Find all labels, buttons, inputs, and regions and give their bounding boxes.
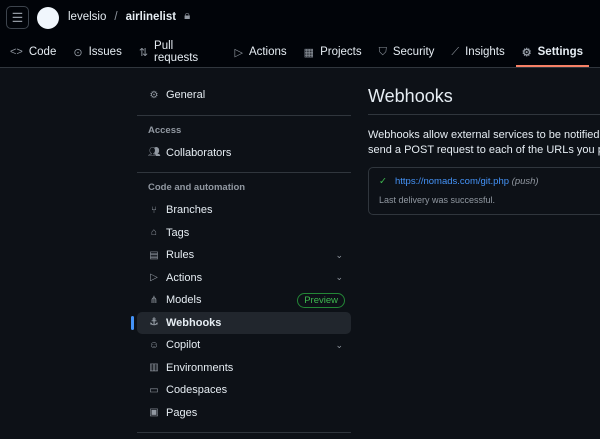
tab-security[interactable]: ⛉ Security [379,44,435,60]
code-icon: <> [10,46,23,58]
browser-icon: ▣ [149,407,159,419]
webhook-item: ✓ https://nomads.com/git.php (push) Last… [368,167,600,215]
webhook-events: (push) [511,176,539,187]
label: Actions [166,271,203,284]
tab-label: Projects [320,46,362,58]
description: Webhooks allow external services to be n… [368,128,600,158]
label: Branches [166,204,213,217]
label: Collaborators [166,146,232,159]
models-icon: ⋔ [149,294,159,306]
tab-projects[interactable]: ▦ Projects [304,44,362,60]
sidebar-item-collaborators[interactable]: 👥︎ Collaborators [137,142,351,165]
tab-issues[interactable]: ⊙ Issues [73,44,121,60]
description-line: send a POST request to each of the URLs … [368,144,600,156]
sidebar-item-models[interactable]: ⋔ Models Preview [137,289,351,312]
tab-label: Security [392,46,435,58]
sidebar-item-webhooks[interactable]: ⚓︎ Webhooks [131,311,351,334]
sidebar-item-general[interactable]: ⚙ General [137,84,351,107]
sidebar-item-rules[interactable]: ▤ Rules ⌄ [137,244,351,267]
codespaces-icon: ▭ [149,384,159,396]
sidebar-item-branches[interactable]: ⑂ Branches [137,199,351,222]
shield-icon: ⛉ [378,45,387,58]
rules-icon: ▤ [149,249,159,261]
description-line: Webhooks allow external services to be n… [368,129,600,141]
sidebar-item-copilot[interactable]: ☺ Copilot ⌄ [137,334,351,357]
tag-icon: ⌂ [150,227,158,239]
people-icon: 👥︎ [148,147,161,159]
graph-icon: ⟋ [451,45,460,58]
chevron-down-icon[interactable]: ⌄ [335,272,343,283]
copilot-icon: ☺ [148,339,160,351]
label: Webhooks [166,316,222,329]
menu-button[interactable]: ☰ [6,6,29,29]
sidebar-item-actions[interactable]: ▷ Actions ⌄ [137,267,351,290]
label: Environments [166,361,234,374]
label: Codespaces [166,384,228,397]
webhook-url-link[interactable]: https://nomads.com/git.php [395,176,509,187]
delivery-status: Last delivery was successful. [379,195,496,205]
check-icon: ✓ [379,176,387,187]
settings-sidebar: ⚙ General Access 👥︎ Collaborators Code and… [131,84,351,425]
separator: / [114,10,118,23]
tab-label: Issues [88,46,122,58]
header: ☰ levelsio / airlinelist 🔒︎ <> Code ⊙ Issu… [0,0,600,68]
lock-icon: 🔒︎ [184,10,191,22]
divider [137,172,351,173]
play-icon: ▷ [234,46,243,59]
divider [137,432,351,433]
chevron-down-icon[interactable]: ⌄ [335,340,343,351]
github-logo-icon[interactable] [37,7,59,29]
owner-link[interactable]: levelsio [68,11,106,23]
webhooks-panel: Webhooks Webhooks allow external service… [368,86,600,215]
label: Models [166,294,202,307]
section-heading-access: Access [148,124,182,136]
tab-settings[interactable]: ⚙ Settings [515,44,590,67]
gear-icon: ⚙ [521,46,532,59]
tab-code[interactable]: <> Code [10,44,56,60]
issue-icon: ⊙ [73,46,83,59]
tab-actions[interactable]: ▷ Actions [234,44,286,60]
tab-label: Settings [537,46,583,58]
page-title: Webhooks [368,86,600,115]
label: General [166,89,206,102]
tab-insights[interactable]: ⟋ Insights [451,44,504,60]
tab-label: Pull requests [154,40,199,64]
tab-label: Insights [465,46,505,58]
breadcrumb: levelsio / airlinelist 🔒︎ [68,10,190,23]
table-icon: ▦ [303,46,315,59]
label: Pages [166,406,198,419]
gear-icon: ⚙ [149,89,159,101]
label: Tags [166,226,190,239]
label: Rules [166,249,195,262]
sidebar-item-pages[interactable]: ▣ Pages [137,402,351,425]
webhook-icon: ⚓︎ [149,317,159,329]
pull-request-icon: ⇅ [138,46,149,59]
play-icon: ▷ [150,272,158,284]
repo-tabs: <> Code ⊙ Issues ⇅ Pull requests ▷ Actions ▦… [10,40,600,67]
branch-icon: ⑂ [151,204,157,216]
section-heading-code: Code and automation [148,182,246,193]
hamburger-icon: ☰ [11,9,24,25]
sidebar-item-tags[interactable]: ⌂ Tags [137,222,351,245]
repo-link[interactable]: airlinelist [126,11,177,23]
divider [137,114,351,116]
tab-label: Actions [248,46,287,58]
tab-label: Code [28,46,57,58]
server-icon: ▥ [149,362,159,374]
sidebar-item-codespaces[interactable]: ▭ Codespaces [137,379,351,402]
preview-badge: Preview [297,292,345,308]
sidebar-item-environments[interactable]: ▥ Environments [137,357,351,380]
label: Copilot [166,339,201,352]
tab-pull-requests[interactable]: ⇅ Pull requests [138,40,218,64]
chevron-down-icon[interactable]: ⌄ [335,250,343,261]
